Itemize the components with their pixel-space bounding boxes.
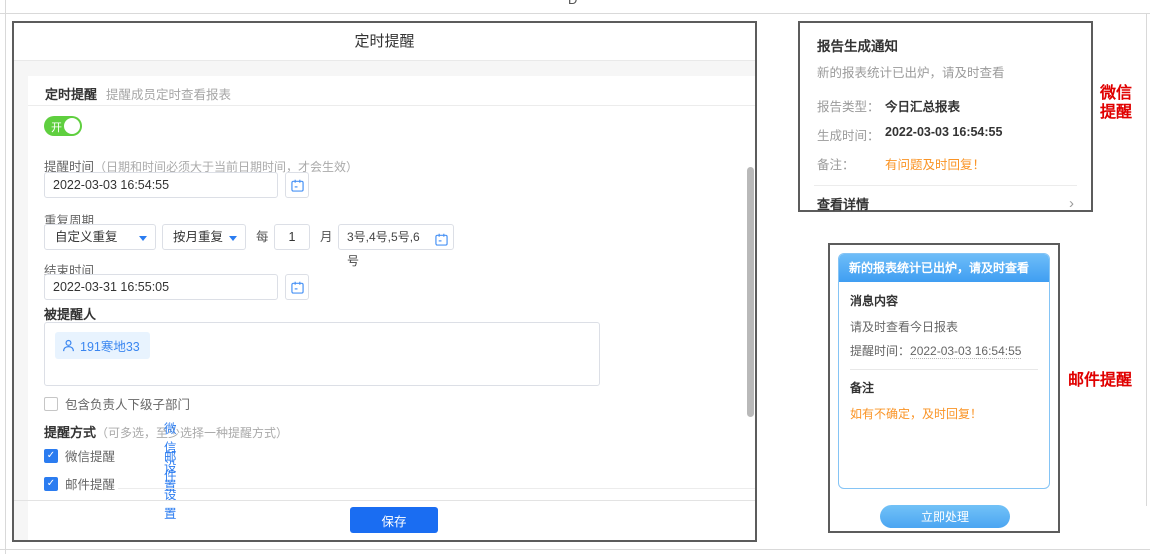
remark-label: 备注：: [817, 154, 885, 173]
repeat-mode-select[interactable]: 自定义重复: [44, 224, 156, 250]
panel-title: 定时提醒: [14, 23, 755, 61]
wechat-reminder-option[interactable]: ✓ 微信提醒 微信设置: [44, 446, 115, 465]
email-settings-link[interactable]: 邮件设置: [164, 446, 177, 522]
cropped-text-fragment: D: [568, 0, 586, 6]
email-reminder-option[interactable]: ✓ 邮件提醒 邮件设置: [44, 474, 115, 493]
repeat-unit-select[interactable]: 按月重复: [162, 224, 246, 250]
reminder-form-card: 定时提醒 提醒成员定时查看报表 开 提醒时间（日期和时间必须大于当前日期时间，才…: [28, 76, 755, 540]
save-button[interactable]: 保存: [350, 507, 438, 533]
member-tag[interactable]: 191寒地33: [55, 332, 150, 359]
remind-time-input[interactable]: [44, 172, 278, 198]
remark-line: 如有不确定，及时回复！: [850, 405, 1038, 422]
toggle-knob: [64, 118, 80, 134]
repeat-days-value: 3号,4号,5号,6号: [347, 230, 420, 268]
view-details-label: 查看详情: [817, 194, 869, 213]
message-content-line: 请及时查看今日报表: [850, 318, 1038, 335]
calendar-icon: [291, 179, 304, 192]
month-unit-label: 月: [320, 224, 333, 250]
repeat-days-field[interactable]: 3号,4号,5号,6号: [338, 224, 454, 250]
vertical-scrollbar[interactable]: [747, 167, 754, 417]
chevron-right-icon: ›: [1069, 195, 1074, 212]
email-card-body: 消息内容 请及时查看今日报表 提醒时间：2022-03-03 16:54:55 …: [839, 282, 1049, 432]
email-notification-preview: 新的报表统计已出炉，请及时查看 消息内容 请及时查看今日报表 提醒时间：2022…: [828, 243, 1060, 533]
remind-time-line: 提醒时间：2022-03-03 16:54:55: [850, 342, 1038, 359]
remind-time-line-value: 2022-03-03 16:54:55: [910, 344, 1021, 359]
checkbox-checked[interactable]: ✓: [44, 449, 58, 463]
email-annotation: 邮件提醒: [1068, 371, 1132, 390]
check-icon: ✓: [47, 478, 55, 489]
generated-time-row: 生成时间： 2022-03-03 16:54:55: [817, 125, 1074, 144]
repeat-unit-value: 按月重复: [173, 230, 223, 244]
remark-title: 备注: [850, 379, 1038, 396]
checkbox-checked[interactable]: ✓: [44, 477, 58, 491]
wechat-notification-preview: 报告生成通知 新的报表统计已出炉，请及时查看 报告类型： 今日汇总报表 生成时间…: [798, 21, 1093, 212]
every-value-input[interactable]: [274, 224, 310, 250]
check-icon: ✓: [47, 450, 55, 461]
calendar-icon: [435, 233, 448, 246]
wechat-card-title: 报告生成通知: [817, 35, 1074, 55]
tab-scheduled-reminder[interactable]: 定时提醒: [45, 84, 97, 103]
remark-row: 备注： 有问题及时回复！: [817, 154, 1074, 173]
message-content-title: 消息内容: [850, 292, 1038, 309]
right-guide-line: [1146, 13, 1147, 506]
every-label: 每: [256, 224, 269, 250]
include-sub-departments-label: 包含负责人下级子部门: [65, 394, 190, 413]
left-guide-line: [5, 0, 6, 554]
calendar-icon: [291, 281, 304, 294]
remind-time-calendar-button[interactable]: [285, 172, 309, 198]
checkbox-unchecked[interactable]: [44, 397, 58, 411]
email-reminder-label: 邮件提醒: [65, 474, 115, 493]
remind-time-line-label: 提醒时间：: [850, 344, 910, 358]
tab-remind-members-view-report[interactable]: 提醒成员定时查看报表: [106, 84, 231, 103]
wechat-annotation: 微信提醒: [1100, 84, 1138, 122]
caret-down-icon: [139, 236, 147, 241]
bottom-guide-line: [0, 549, 1150, 550]
email-card-header: 新的报表统计已出炉，请及时查看: [839, 254, 1049, 282]
reminded-people-label: 被提醒人: [44, 304, 96, 323]
reminded-people-box[interactable]: 191寒地33: [44, 322, 600, 386]
end-time-calendar-button[interactable]: [285, 274, 309, 300]
screenshot-root: D 定时提醒 定时提醒 提醒成员定时查看报表 开 提醒时间（日期和时间必须大于当…: [0, 0, 1150, 554]
top-guide-line: [0, 13, 1150, 14]
end-time-input[interactable]: [44, 274, 278, 300]
email-card: 新的报表统计已出炉，请及时查看 消息内容 请及时查看今日报表 提醒时间：2022…: [838, 253, 1050, 489]
generated-time-value: 2022-03-03 16:54:55: [885, 125, 1002, 144]
wechat-reminder-label: 微信提醒: [65, 446, 115, 465]
include-sub-departments-row[interactable]: 包含负责人下级子部门: [44, 394, 190, 413]
remind-method-note: （可多选，至少选择一种提醒方式）: [96, 426, 288, 440]
section-divider: [118, 488, 755, 489]
email-card-divider: [850, 369, 1038, 370]
days-calendar-button[interactable]: [435, 230, 448, 254]
report-type-row: 报告类型： 今日汇总报表: [817, 96, 1074, 115]
wechat-card-subtitle: 新的报表统计已出炉，请及时查看: [817, 62, 1074, 81]
tab-bar: 定时提醒 提醒成员定时查看报表: [28, 76, 755, 106]
repeat-mode-value: 自定义重复: [55, 230, 118, 244]
report-type-value: 今日汇总报表: [885, 96, 960, 115]
remark-value: 有问题及时回复！: [885, 154, 985, 173]
person-icon: [62, 339, 75, 352]
generated-time-label: 生成时间：: [817, 125, 885, 144]
scheduled-reminder-panel: 定时提醒 定时提醒 提醒成员定时查看报表 开 提醒时间（日期和时间必须大于当前日…: [12, 21, 757, 542]
caret-down-icon: [229, 236, 237, 241]
report-type-label: 报告类型：: [817, 96, 885, 115]
view-details-row[interactable]: 查看详情 ›: [817, 186, 1074, 220]
reminder-on-toggle[interactable]: 开: [44, 116, 82, 136]
toggle-on-label: 开: [51, 119, 62, 135]
footer-divider: [14, 500, 755, 501]
process-now-button[interactable]: 立即处理: [880, 505, 1010, 528]
member-name: 191寒地33: [80, 336, 140, 355]
